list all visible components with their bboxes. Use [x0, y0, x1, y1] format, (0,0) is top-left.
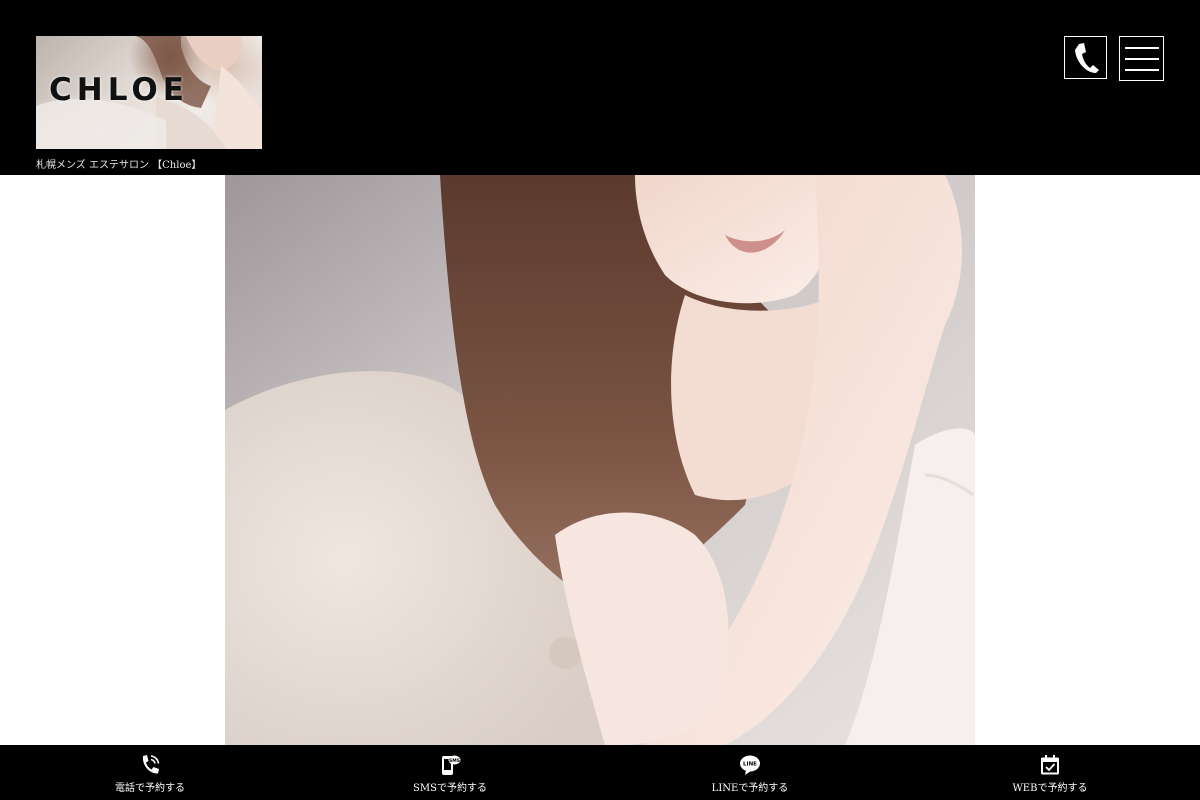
- line-chat-icon: LINE: [739, 754, 761, 776]
- calendar-check-icon: [1039, 754, 1061, 776]
- woman-portrait-photo: [225, 175, 975, 745]
- site-logo[interactable]: CHLOE: [36, 36, 262, 149]
- hero-image: [225, 175, 975, 745]
- reserve-phone-button[interactable]: 電話で予約する: [0, 745, 300, 800]
- reserve-sms-button[interactable]: SMS SMSで予約する: [300, 745, 600, 800]
- site-tagline: 札幌メンズ エステサロン 【Chloe】: [36, 160, 202, 171]
- reserve-line-button[interactable]: LINE LINEで予約する: [600, 745, 900, 800]
- sms-phone-icon: SMS: [439, 754, 461, 776]
- site-header: CHLOE 札幌メンズ エステサロン 【Chloe】: [0, 0, 1200, 175]
- reserve-web-button[interactable]: WEBで予約する: [900, 745, 1200, 800]
- reserve-sms-label: SMSで予約する: [413, 783, 487, 794]
- svg-text:SMS: SMS: [449, 758, 460, 764]
- reserve-web-label: WEBで予約する: [1012, 783, 1088, 794]
- svg-text:LINE: LINE: [743, 762, 757, 768]
- reserve-phone-label: 電話で予約する: [115, 783, 185, 794]
- reserve-line-label: LINEで予約する: [711, 783, 789, 794]
- phone-icon: [1074, 42, 1099, 73]
- bottom-nav: 電話で予約する SMS SMSで予約する LINE LINEで予約する WEBで…: [0, 745, 1200, 800]
- menu-button[interactable]: [1119, 36, 1164, 81]
- logo-text: CHLOE: [49, 72, 189, 108]
- hamburger-menu-icon: [1124, 46, 1159, 71]
- phone-ringing-icon: [139, 754, 161, 776]
- phone-button[interactable]: [1064, 36, 1107, 79]
